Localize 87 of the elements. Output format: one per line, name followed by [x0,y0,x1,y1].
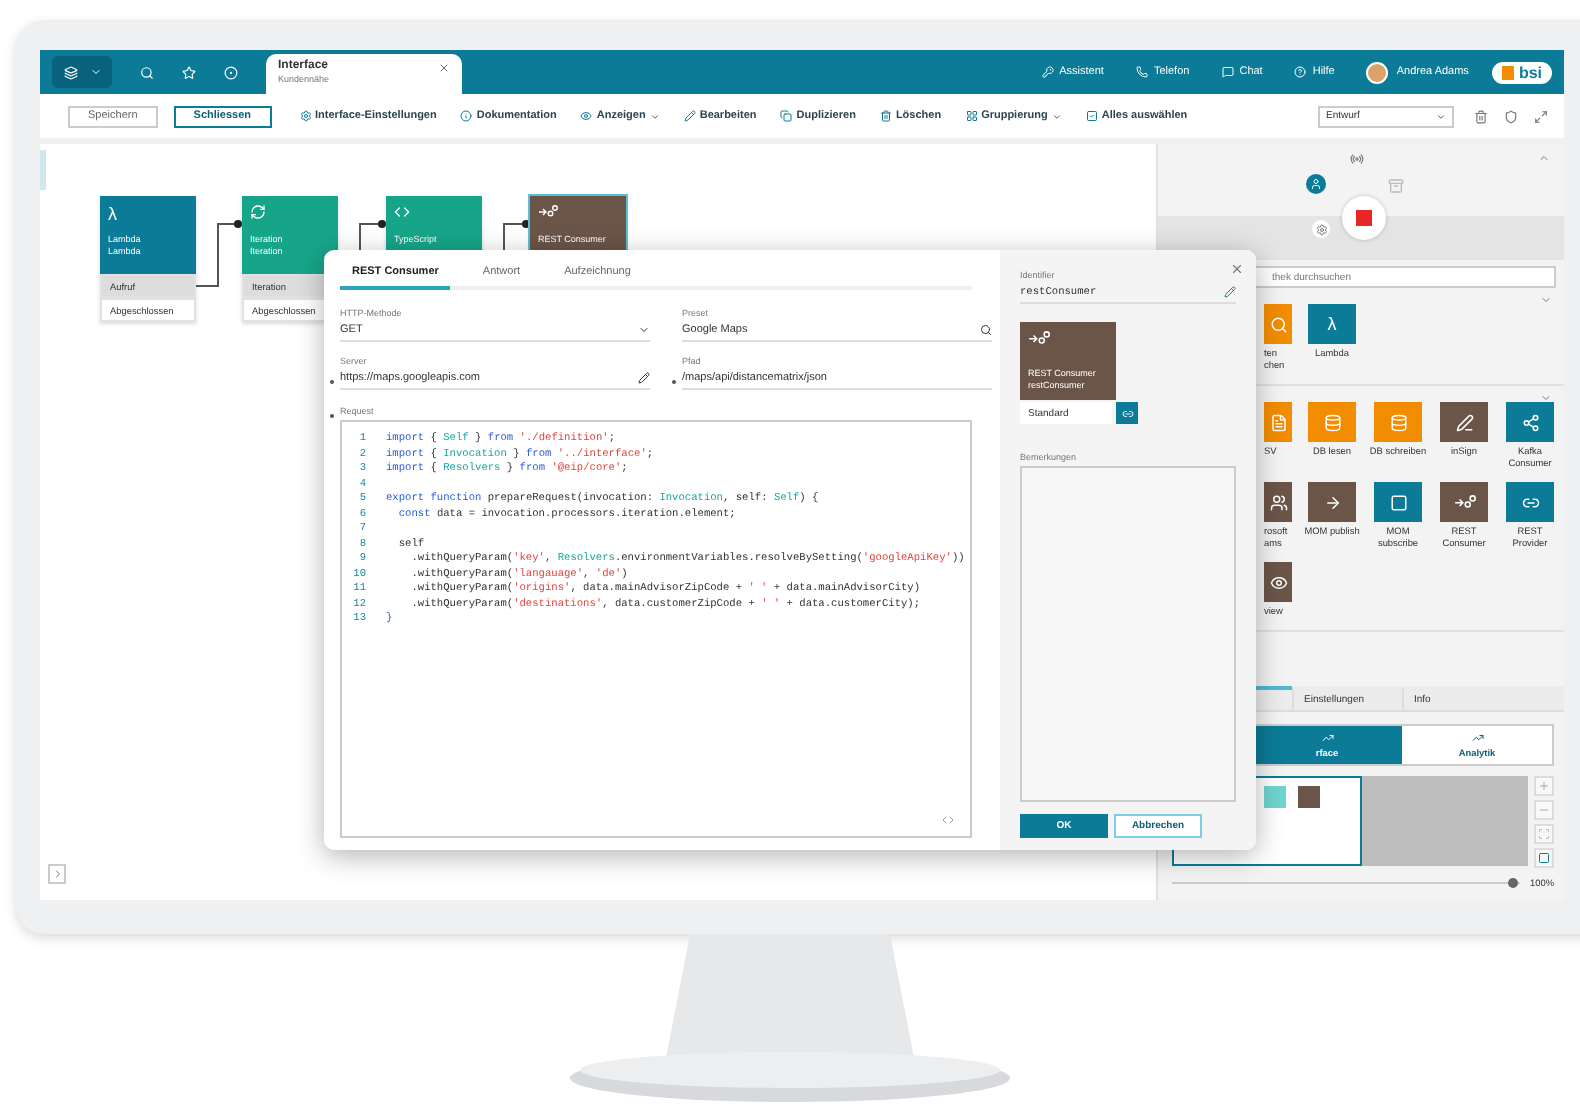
logo: bsi [1492,61,1552,83]
minimap-block [1264,786,1286,808]
palette-tile[interactable] [1506,482,1554,522]
nodes-icon [1521,413,1539,431]
center-button[interactable] [1534,848,1554,868]
chevron-down-icon [638,323,650,335]
palette-tile[interactable] [1374,482,1422,522]
palette-tile[interactable] [1264,402,1292,442]
square-icon [1389,493,1407,511]
avatar[interactable] [1366,61,1389,83]
stop-button[interactable] [1342,196,1386,240]
connector [195,220,242,287]
search-icon [1269,315,1287,333]
settings-icon [299,110,312,122]
close-icon [1230,262,1244,276]
eye-icon [580,110,593,122]
chevron-down-icon [1540,294,1552,306]
chevron-down-icon [1540,392,1552,404]
copy-icon [780,110,793,122]
chevron-down-icon [1436,111,1446,121]
link-icon [1121,407,1133,419]
person-icon [1310,178,1322,190]
close-icon [438,62,450,74]
checkbox-icon [1085,110,1098,122]
chevron-down-icon [89,66,101,78]
menu-button[interactable] [52,56,112,88]
pencil-icon [1224,285,1236,297]
grid-icon [965,110,978,122]
pencil-icon [638,371,650,383]
arrow-gears-icon [538,204,558,218]
chat-bubble-icon [1221,66,1234,78]
search-icon [140,65,154,79]
palette-tile[interactable] [1264,304,1292,344]
code-editor[interactable] [340,420,972,838]
palette-tile[interactable] [1264,482,1292,522]
square-icon [1538,852,1550,864]
pencil-icon [683,110,696,122]
people-icon [1269,493,1287,511]
target-icon [224,65,238,79]
archive-icon [1388,178,1404,194]
database-icon [1323,413,1341,431]
help-icon [1294,66,1307,78]
broadcast-icon [1350,152,1364,166]
chevron-right-icon [51,868,63,880]
remarks-field[interactable] [1020,466,1236,802]
info-icon [460,110,473,122]
palette-tile[interactable] [1264,562,1292,602]
arrow-gears-icon [1028,330,1050,346]
trend-icon [1321,732,1333,744]
lambda-icon: λ [108,204,188,228]
palette-tile[interactable] [1308,482,1356,522]
star-icon [182,65,196,79]
slider-thumb[interactable] [1508,878,1519,888]
plus-icon [1538,780,1550,792]
palette-tile[interactable]: λ [1308,304,1356,344]
trash-icon [879,110,892,122]
settings-icon [1315,223,1327,235]
pen-icon [1455,413,1473,431]
palette-tile[interactable] [1506,402,1554,442]
arrow-gears-icon [1453,494,1475,510]
chevron-up-icon [1538,152,1550,164]
code-icon [394,204,410,220]
minimap-block [1298,786,1320,808]
trash-icon [1474,109,1488,123]
code-icon [942,814,954,826]
arrow-icon [1323,493,1341,511]
key-icon [1041,66,1054,78]
palette-tile[interactable] [1440,482,1488,522]
layers-icon [63,65,77,79]
palette-tile[interactable] [1308,402,1356,442]
database-icon [1389,413,1407,431]
variant-button[interactable] [1116,402,1138,424]
search-icon [980,323,992,335]
palette-tile[interactable] [1440,402,1488,442]
close-button[interactable] [1230,262,1244,276]
phone-icon [1135,66,1148,78]
document-icon [1269,413,1287,431]
person-button[interactable] [1306,174,1326,194]
eye-icon [1269,573,1287,591]
refresh-icon [250,204,266,220]
shield-icon [1504,109,1518,123]
trend-icon [1471,732,1483,744]
palette-tile[interactable] [1374,402,1422,442]
link-icon [1521,493,1539,511]
lambda-icon: λ [1327,314,1337,334]
minus-icon [1538,804,1550,816]
expand-icon [1534,109,1548,123]
